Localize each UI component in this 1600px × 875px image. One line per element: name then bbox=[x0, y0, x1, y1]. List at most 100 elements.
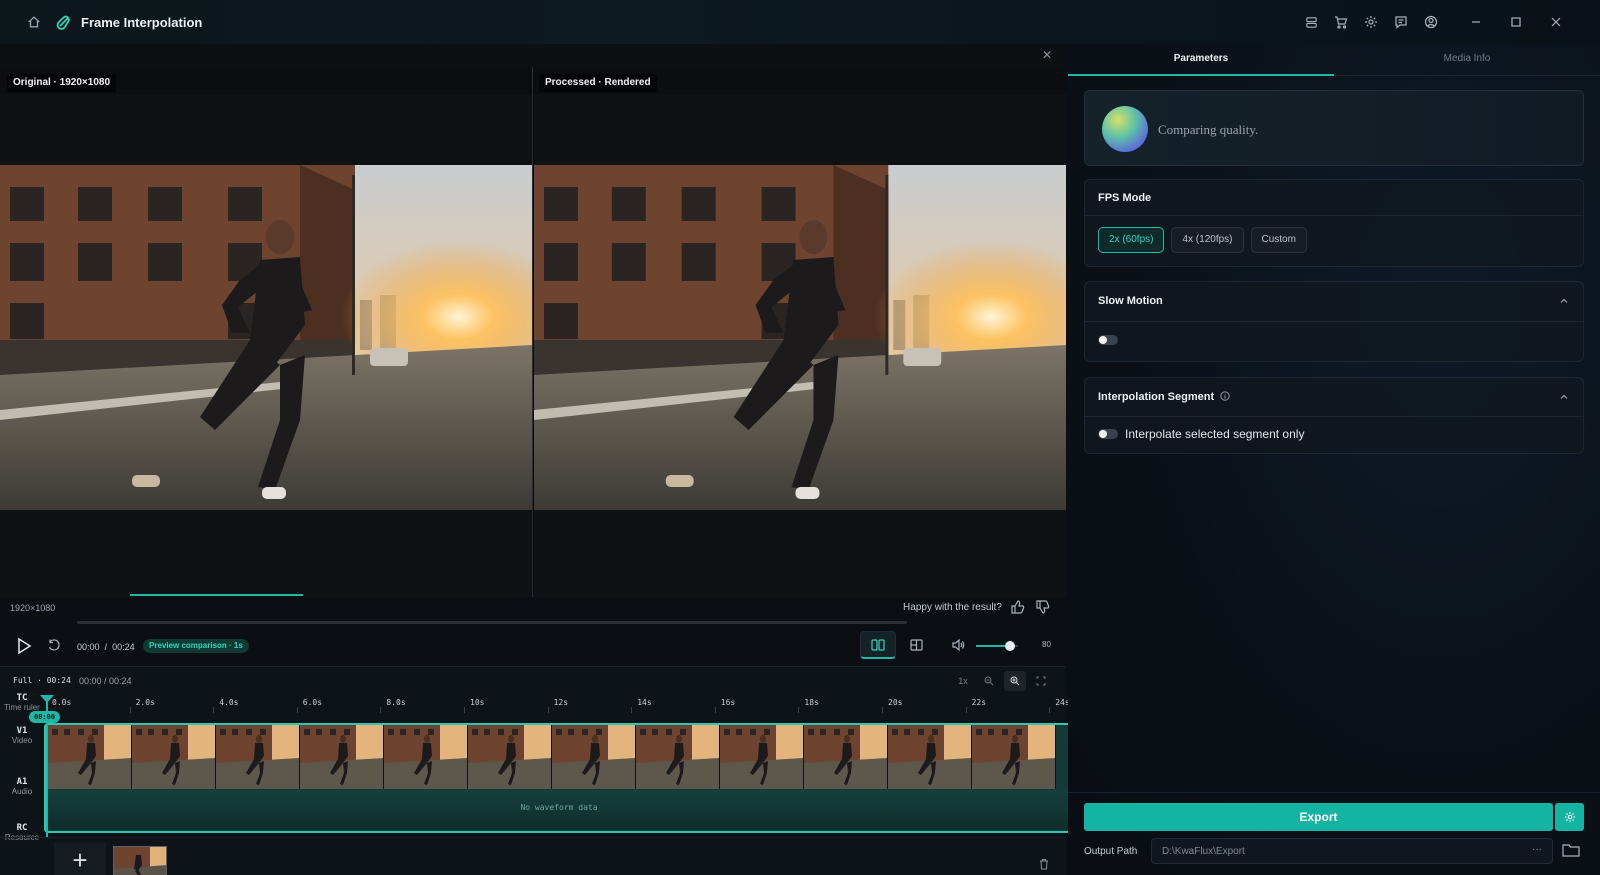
info-icon[interactable] bbox=[1220, 391, 1230, 401]
resource-thumbnail[interactable] bbox=[113, 846, 167, 875]
output-path-field[interactable]: D:\KwaFlux\Export ··· bbox=[1151, 838, 1553, 864]
filmstrip-frame bbox=[468, 725, 552, 789]
fps-options: 2x (60fps) 4x (120fps) Custom bbox=[1098, 227, 1307, 253]
playhead-time: 00:00 bbox=[29, 711, 61, 723]
ruler-tick-label: 16s bbox=[720, 698, 736, 707]
track-label-v1: V1 Video bbox=[11, 726, 33, 745]
resource-row: + bbox=[0, 837, 1066, 875]
quality-orb-icon bbox=[1102, 106, 1148, 152]
ruler-tick bbox=[965, 707, 967, 713]
ruler-tick-label: 6.0s bbox=[302, 698, 323, 707]
preview-comparison-badge: Preview comparison · 1s bbox=[143, 639, 249, 653]
output-path-value: D:\KwaFlux\Export bbox=[1162, 846, 1245, 857]
interpolation-segment-card: Interpolation Segment Interpolate select… bbox=[1084, 377, 1584, 454]
trash-icon[interactable] bbox=[1038, 858, 1050, 870]
zoom-controls: 1x bbox=[952, 671, 1052, 691]
more-icon[interactable]: ··· bbox=[1532, 844, 1542, 855]
feedback-prompt: Happy with the result? bbox=[903, 602, 1002, 613]
segment-only-toggle[interactable] bbox=[1098, 429, 1118, 439]
filmstrip-frame bbox=[720, 725, 804, 789]
home-icon[interactable] bbox=[27, 15, 41, 29]
ruler-tick-label: 2.0s bbox=[135, 698, 155, 707]
ruler-tick-label: 10s bbox=[470, 698, 485, 707]
split-view-button[interactable] bbox=[860, 631, 896, 659]
interpolation-segment-title: Interpolation Segment bbox=[1098, 391, 1230, 403]
preview-close-icon[interactable]: ✕ bbox=[1040, 48, 1054, 62]
preview-toolbar: ✕ bbox=[0, 44, 1066, 67]
message-icon[interactable] bbox=[1386, 0, 1416, 44]
thumbs-down-icon[interactable] bbox=[1035, 599, 1051, 615]
filmstrip-frame bbox=[216, 725, 300, 789]
original-frame bbox=[0, 165, 532, 510]
fps-option-custom[interactable]: Custom bbox=[1250, 227, 1307, 253]
filmstrip-frame bbox=[972, 725, 1056, 789]
original-label: Original · 1920×1080 bbox=[7, 74, 117, 92]
add-resource-button[interactable]: + bbox=[54, 842, 106, 875]
zoom-in-icon[interactable] bbox=[1004, 671, 1026, 691]
ruler-tick-label: 8.0s bbox=[386, 698, 406, 707]
timeline-mode: Full · 00:24 bbox=[13, 676, 71, 685]
filmstrip-frame bbox=[804, 725, 888, 789]
ruler-tick bbox=[380, 707, 382, 713]
tab-media-info[interactable]: Media Info bbox=[1334, 44, 1600, 76]
playhead-handle[interactable] bbox=[40, 695, 54, 703]
export-settings-button[interactable] bbox=[1555, 803, 1584, 831]
timeline-range: 00:00 / 00:24 bbox=[79, 676, 132, 686]
cart-icon[interactable] bbox=[1326, 0, 1356, 44]
volume-knob[interactable] bbox=[1004, 641, 1015, 651]
audio-track[interactable]: No waveform data bbox=[48, 790, 1070, 830]
account-icon[interactable] bbox=[1416, 0, 1446, 44]
ruler-tick bbox=[798, 707, 800, 713]
zoom-out-icon[interactable] bbox=[978, 671, 1000, 691]
video-filmstrip bbox=[48, 725, 1062, 789]
track-label-a1: A1 Audio bbox=[11, 777, 33, 796]
processed-label: Processed · Rendered bbox=[539, 74, 657, 92]
settings-icon[interactable] bbox=[1356, 0, 1386, 44]
preview-info-row: 1920×1080 Happy with the result? bbox=[0, 598, 1066, 618]
export-button[interactable]: Export bbox=[1084, 803, 1553, 831]
replay-icon[interactable] bbox=[47, 638, 61, 652]
storage-icon[interactable] bbox=[1296, 0, 1326, 44]
volume-icon[interactable] bbox=[951, 638, 965, 652]
close-icon[interactable] bbox=[1536, 0, 1576, 44]
zoom-level[interactable]: 1x bbox=[952, 671, 974, 691]
ruler-tick bbox=[296, 707, 298, 713]
overlay-view-button[interactable] bbox=[900, 631, 932, 659]
ruler-tick-label: 20s bbox=[888, 698, 903, 707]
tab-parameters[interactable]: Parameters bbox=[1068, 44, 1334, 76]
fps-option-4x[interactable]: 4x (120fps) bbox=[1171, 227, 1244, 253]
chevron-up-icon[interactable] bbox=[1559, 296, 1569, 306]
time-ruler[interactable]: 0.0s 2.0s 4.0s 6.0s 8.0s 10s 12s 14s 16s 18s 20s 22… bbox=[46, 695, 1070, 713]
export-area: Export Output Path D:\KwaFlux\Export ··· bbox=[1068, 792, 1600, 875]
volume-value: 80 bbox=[1042, 640, 1051, 649]
player-controls: 00:00 / 00:24 Preview comparison · 1s 80 bbox=[0, 630, 1066, 664]
maximize-icon[interactable] bbox=[1496, 0, 1536, 44]
title-bar: Frame Interpolation bbox=[0, 0, 1600, 44]
folder-icon[interactable] bbox=[1562, 842, 1580, 858]
logo-icon bbox=[56, 15, 70, 30]
ruler-tick-label: 4.0s bbox=[219, 698, 239, 707]
quality-card: Comparing quality. bbox=[1084, 90, 1584, 166]
ruler-tick-label: 18s bbox=[804, 698, 819, 707]
timecode: 00:00 / 00:24 bbox=[77, 642, 135, 652]
seek-bar[interactable] bbox=[77, 621, 907, 624]
filmstrip-frame bbox=[300, 725, 384, 789]
ruler-tick-label: 0.0s bbox=[52, 698, 72, 707]
output-path-label: Output Path bbox=[1084, 846, 1138, 857]
app-title: Frame Interpolation bbox=[81, 14, 203, 30]
audio-placeholder: No waveform data bbox=[520, 803, 598, 812]
play-icon[interactable] bbox=[16, 637, 32, 655]
title-bar-actions bbox=[1296, 0, 1576, 44]
ruler-tick bbox=[714, 707, 716, 713]
slow-motion-card: Slow Motion bbox=[1084, 281, 1584, 362]
fps-option-2x[interactable]: 2x (60fps) bbox=[1098, 227, 1165, 253]
minimize-icon[interactable] bbox=[1456, 0, 1496, 44]
comparison-preview: ✕ Original · 1920×1080 Processed · Rende… bbox=[0, 44, 1066, 597]
slow-motion-toggle[interactable] bbox=[1098, 335, 1118, 345]
timeline: Full · 00:24 00:00 / 00:24 1x TC Time rul… bbox=[0, 666, 1072, 875]
ruler-tick bbox=[1049, 707, 1051, 713]
fit-icon[interactable] bbox=[1030, 671, 1052, 691]
thumbs-up-icon[interactable] bbox=[1010, 599, 1026, 615]
chevron-up-icon[interactable] bbox=[1559, 392, 1569, 402]
video-clip[interactable]: No waveform data bbox=[44, 723, 1072, 833]
